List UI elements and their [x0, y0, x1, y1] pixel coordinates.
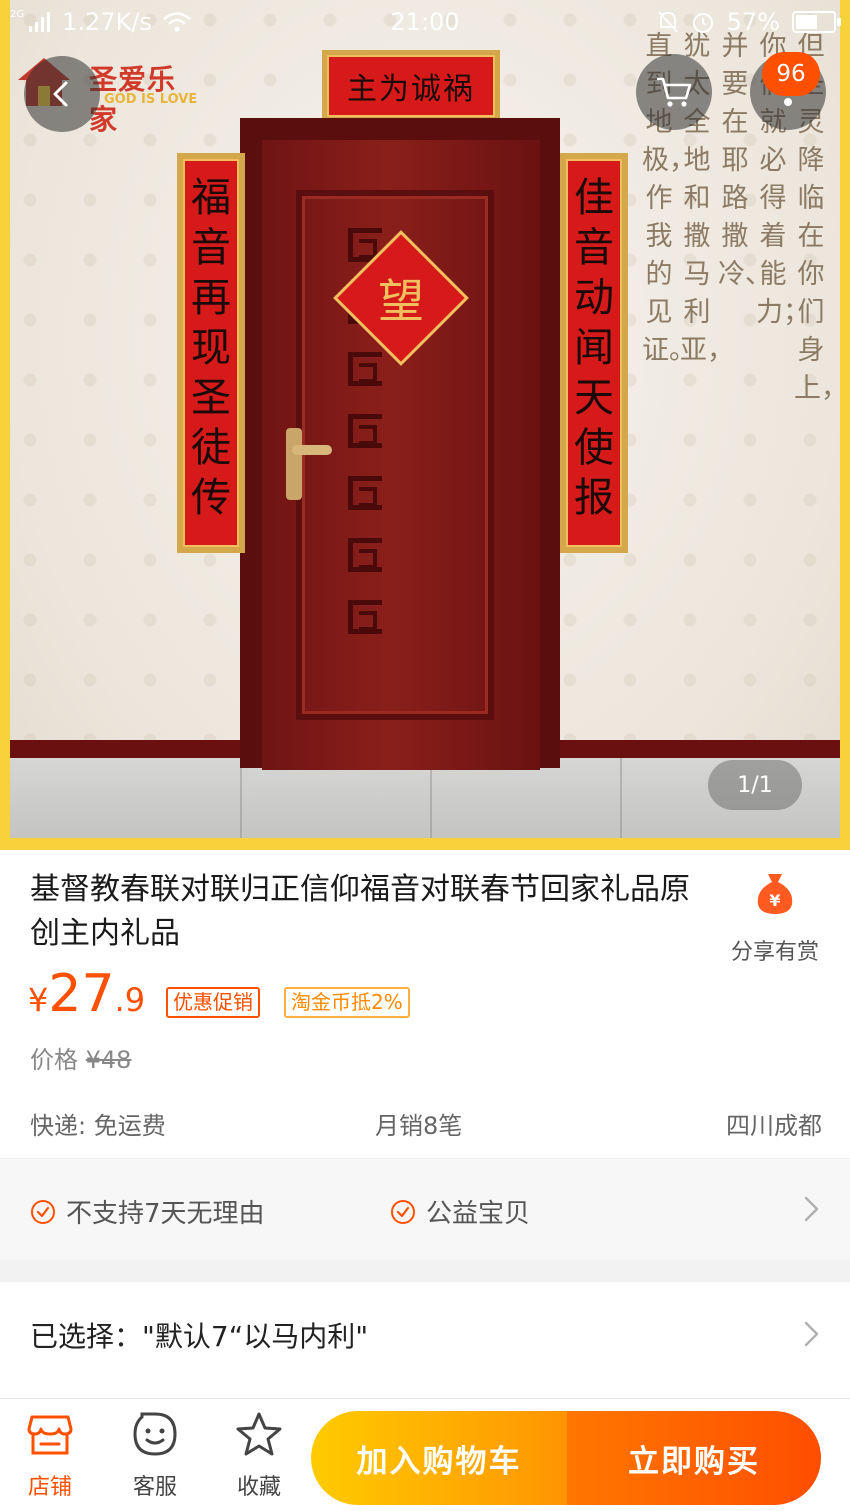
chevron-left-icon [53, 81, 68, 107]
floor-line [430, 758, 432, 838]
promo-tag[interactable]: 优惠促销 [166, 987, 260, 1018]
shop-label: 店铺 [27, 1475, 72, 1500]
top-couplet-text: 主为诚祸 [327, 55, 495, 117]
couplet-character: 音 [574, 225, 614, 271]
left-couplet-text: 福音再现圣徒传 [183, 159, 239, 547]
original-price: 价格 ¥48 [30, 1040, 131, 1075]
shop-button[interactable]: 店铺 [10, 1411, 90, 1501]
shop-icon [27, 1415, 73, 1455]
left-couplet: 福音再现圣徒传 [177, 153, 245, 553]
brand-slogan: GOD IS LOVE [104, 92, 198, 107]
couplet-character: 现 [191, 325, 231, 371]
share-reward-button[interactable]: ¥ 分享有赏 [722, 868, 828, 966]
right-couplet-text: 佳音动闻天使报 [566, 159, 622, 547]
price: ¥ 27 .9 [28, 968, 145, 1020]
service-item-label: 不支持7天无理由 [66, 1199, 265, 1229]
sku-selector[interactable]: 已选择："默认7“以马内利" [0, 1282, 850, 1388]
shipping-info: 快递: 免运费 [30, 1112, 166, 1140]
star-icon [236, 1412, 282, 1456]
chat-face-icon [133, 1412, 177, 1456]
share-reward-label: 分享有赏 [730, 940, 819, 965]
notification-badge: 96 [762, 52, 820, 96]
battery-percent: 57% [726, 8, 780, 36]
couplet-character: 再 [191, 275, 231, 321]
bell-muted-icon [657, 11, 678, 33]
bottom-action-bar: 店铺 客服 收藏 加入购物车 立即购买 [0, 1398, 850, 1511]
chevron-right-icon [804, 1196, 819, 1222]
favorite-button[interactable]: 收藏 [219, 1411, 299, 1501]
floor-line [240, 758, 242, 838]
right-couplet: 佳音动闻天使报 [560, 153, 628, 553]
door-fret [348, 600, 382, 634]
couplet-character: 报 [574, 475, 614, 521]
door-fret [348, 414, 382, 448]
service-item-label: 公益宝贝 [426, 1199, 531, 1229]
price-currency: ¥ [28, 981, 49, 1019]
couplet-character: 福 [191, 175, 231, 221]
door-handle [286, 428, 302, 500]
ship-from-location: 四川成都 [726, 1112, 822, 1140]
money-bag-icon: ¥ [757, 874, 793, 914]
battery-level [796, 15, 817, 29]
product-gallery[interactable]: 圣爱乐家 GOD IS LOVE 主为诚祸 望 福音再现圣徒传 佳音动闻天使报 … [0, 0, 850, 850]
couplet-character: 闻 [574, 325, 614, 371]
battery-icon [792, 11, 841, 33]
check-circle-icon [391, 1199, 415, 1224]
check-circle-icon [31, 1199, 55, 1224]
selected-sku: 已选择："默认7“以马内利" [30, 1320, 369, 1353]
service-item-no-return: 不支持7天无理由 [30, 1193, 265, 1230]
service-item-charity: 公益宝贝 [390, 1193, 530, 1230]
fu-character: 望 [378, 274, 424, 328]
back-button[interactable] [24, 56, 100, 132]
couplet-character: 动 [574, 275, 614, 321]
coin-discount-tag[interactable]: 淘金币抵2% [284, 987, 410, 1018]
door-fret [348, 476, 382, 510]
section-divider [0, 1260, 850, 1282]
door-fret [348, 538, 382, 572]
customer-service-label: 客服 [132, 1475, 177, 1500]
cart-button[interactable] [636, 54, 712, 130]
price-integer: 27 [48, 964, 115, 1024]
couplet-character: 圣 [191, 375, 231, 421]
price-decimal: .9 [114, 981, 146, 1019]
buy-now-button[interactable]: 立即购买 [567, 1411, 821, 1505]
chevron-right-icon [804, 1321, 819, 1347]
original-price-label: 价格 [30, 1046, 78, 1074]
delivery-meta: 快递: 免运费 月销8笔 四川成都 [30, 1106, 822, 1142]
svg-text:¥: ¥ [769, 891, 780, 910]
service-guarantees[interactable]: 不支持7天无理由 公益宝贝 [0, 1158, 850, 1260]
add-to-cart-button[interactable]: 加入购物车 [311, 1411, 567, 1505]
monthly-sales: 月销8笔 [375, 1112, 463, 1140]
couplet-character: 天 [574, 375, 614, 421]
product-title: 基督教春联对联归正信仰福音对联春节回家礼品原创主内礼品 [30, 872, 690, 951]
couplet-character: 使 [574, 425, 614, 471]
couplet-character: 徒 [191, 425, 231, 471]
top-couplet-banner: 主为诚祸 [322, 50, 500, 122]
cart-icon [657, 77, 692, 107]
page-indicator: 1/1 [708, 760, 802, 810]
favorite-label: 收藏 [236, 1475, 281, 1500]
door-fret [348, 352, 382, 386]
verse-column: 并要在耶路撒冷、 [718, 31, 772, 290]
status-bar: 2G 1.27K/s 21:00 57% [0, 0, 850, 44]
couplet-character: 传 [191, 475, 231, 521]
door-lever [292, 445, 332, 455]
alarm-icon [692, 13, 713, 33]
original-price-value: ¥48 [85, 1046, 132, 1074]
couplet-character: 音 [191, 225, 231, 271]
customer-service-button[interactable]: 客服 [115, 1411, 195, 1501]
floor-line [620, 758, 622, 838]
couplet-character: 佳 [574, 175, 614, 221]
